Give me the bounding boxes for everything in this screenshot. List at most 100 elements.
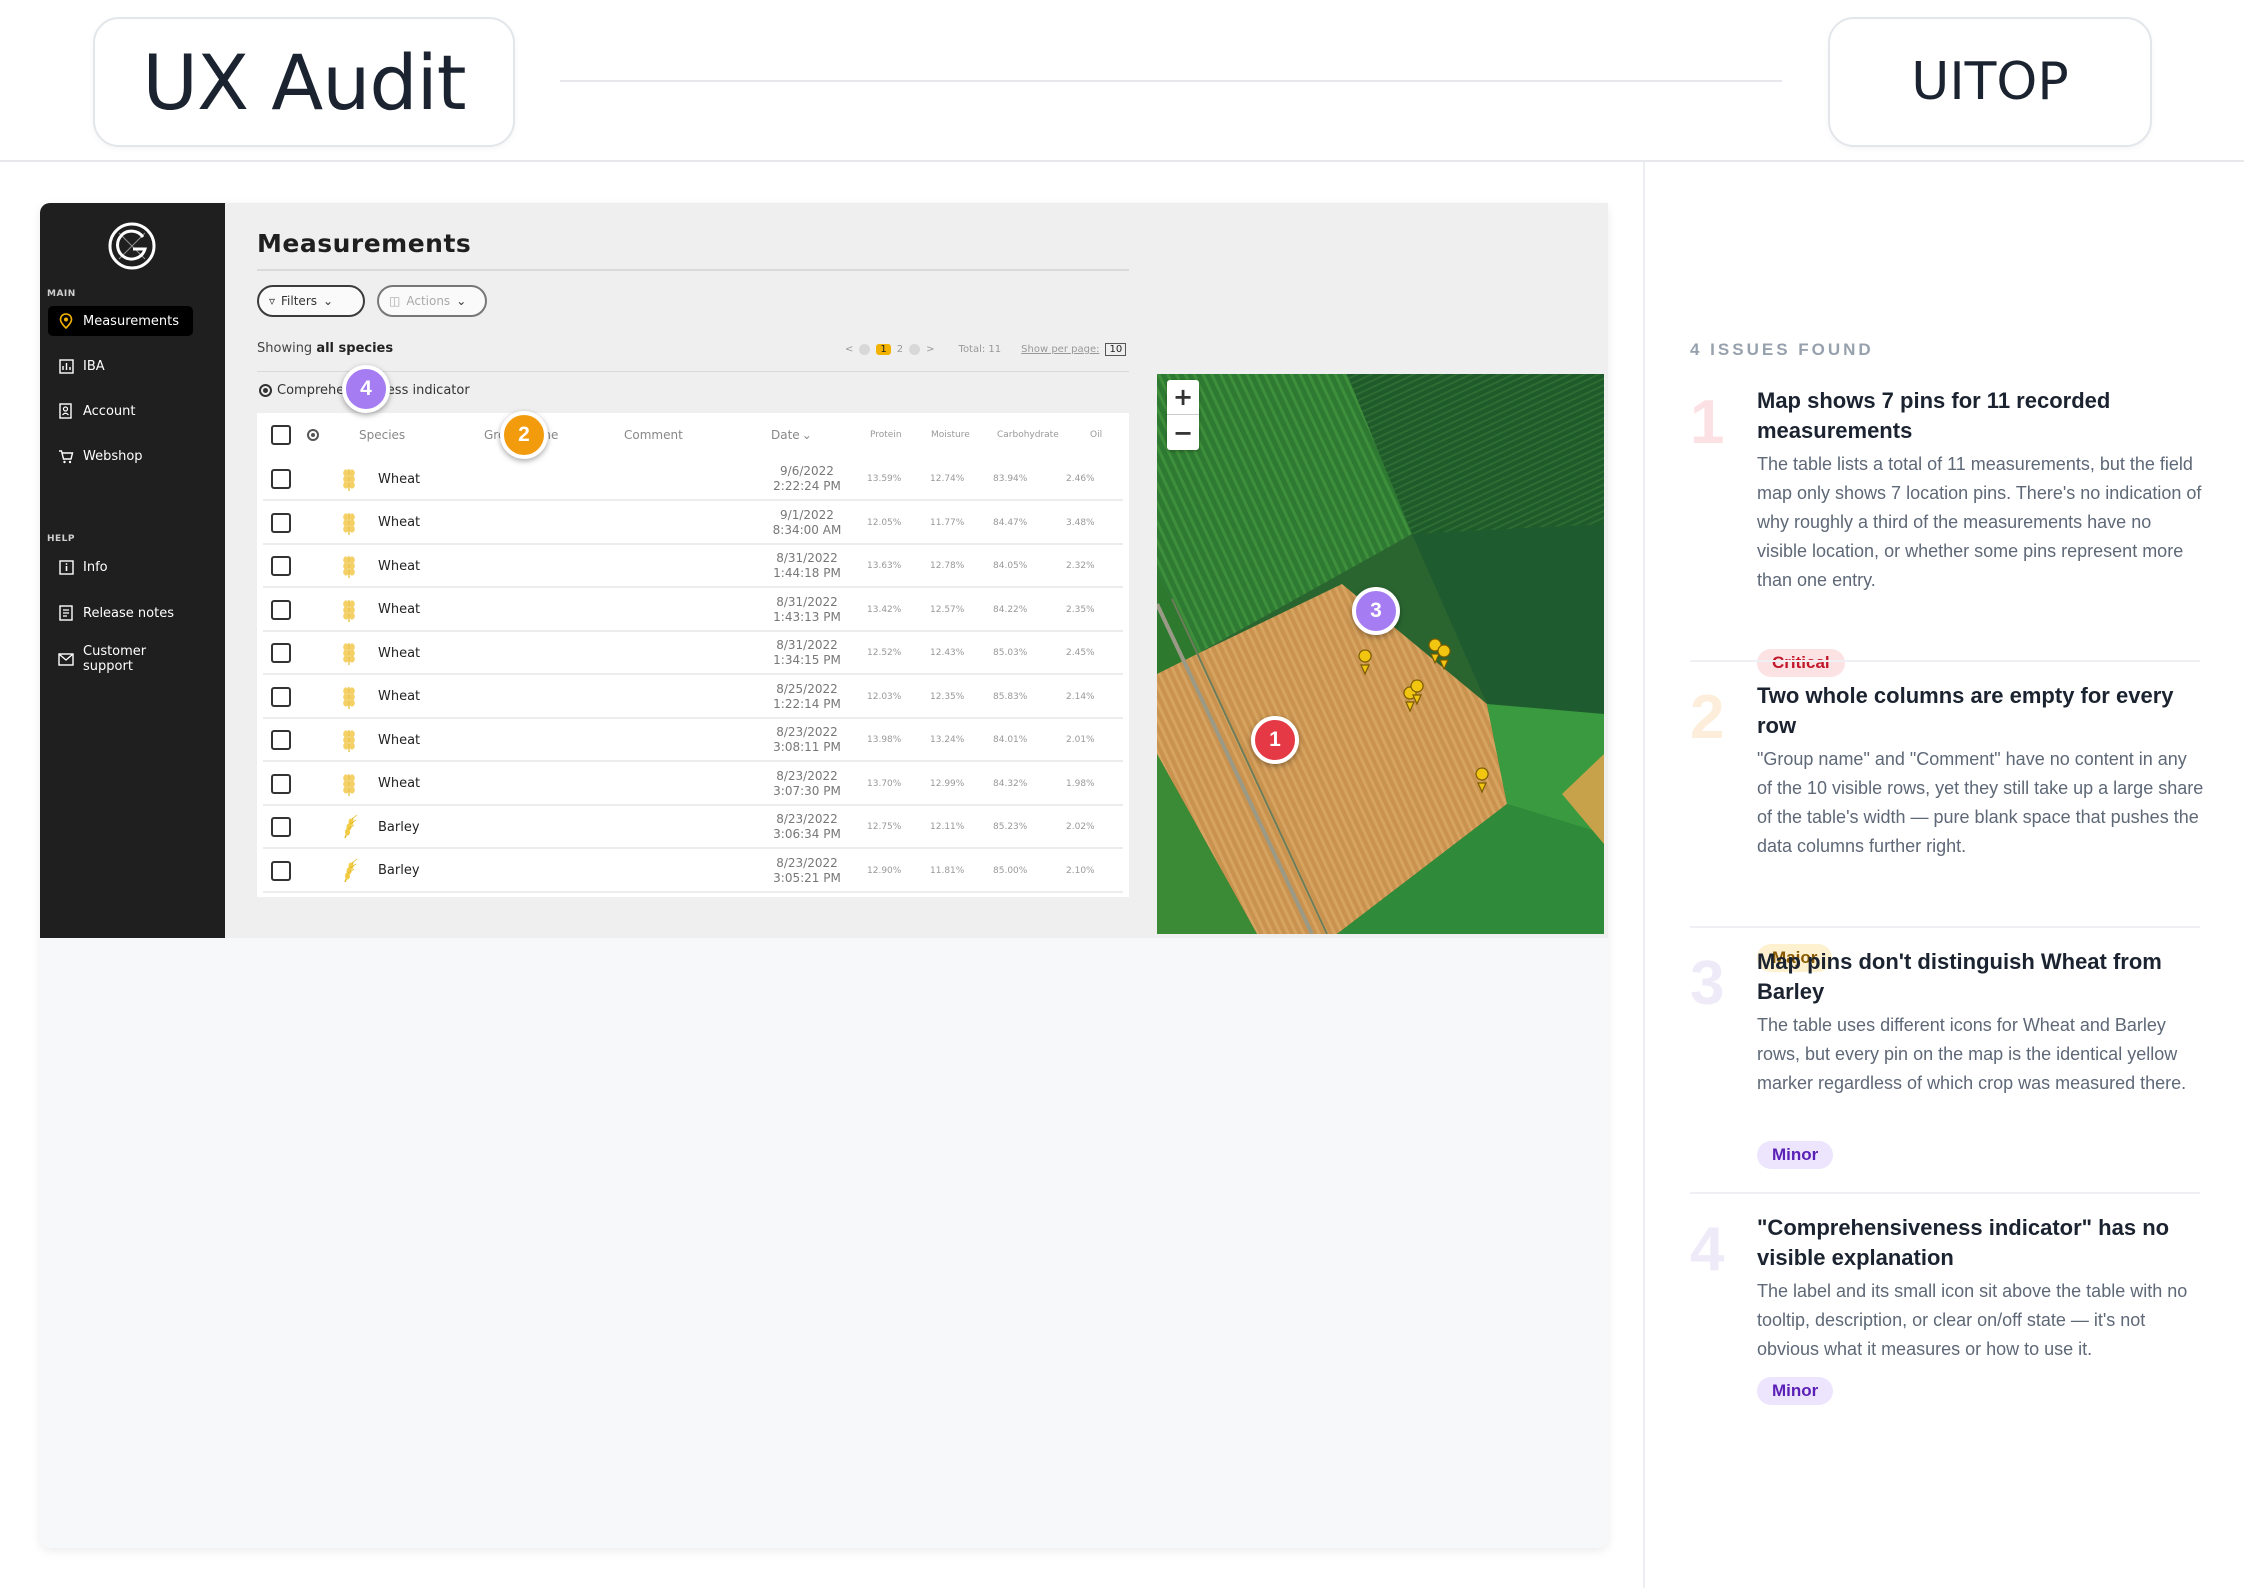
filter-icon: ▿ xyxy=(269,294,276,308)
total-count: Total: 11 xyxy=(958,344,1002,355)
carbohydrate-cell: 84.47% xyxy=(993,517,1028,528)
table-row[interactable]: Wheat 8/23/2022 3:08:11 PM 13.98% 13.24% 84.0… xyxy=(263,720,1123,762)
time-value: 2:22:24 PM xyxy=(773,479,841,493)
sidebar-item-info[interactable]: Info xyxy=(48,552,193,582)
moisture-cell: 12.35% xyxy=(930,691,965,702)
info-icon xyxy=(58,559,74,575)
date-value: 8/31/2022 xyxy=(776,594,838,609)
row-checkbox[interactable] xyxy=(271,643,291,663)
table-row[interactable]: Wheat 8/31/2022 1:43:13 PM 13.42% 12.57% 84.2… xyxy=(263,590,1123,632)
oil-cell: 2.46% xyxy=(1066,474,1095,484)
select-all-checkbox[interactable] xyxy=(271,425,291,445)
row-checkbox[interactable] xyxy=(271,599,291,620)
zoom-out-button[interactable]: − xyxy=(1167,415,1199,450)
page-title: UX Audit xyxy=(142,37,466,127)
sort-down-icon: ⌄ xyxy=(801,428,812,442)
time-value: 1:22:14 PM xyxy=(773,696,841,711)
indicator-header-icon xyxy=(307,429,319,441)
col-date[interactable]: Date ⌄ xyxy=(771,413,812,457)
issue-number: 2 xyxy=(1690,683,1725,752)
table-row[interactable]: Barley 8/23/2022 3:06:34 PM 12.75% 12.11% 85.… xyxy=(263,807,1123,849)
date-cell: 8/31/2022 1:44:18 PM xyxy=(762,551,852,581)
wheat-icon xyxy=(343,556,355,578)
row-checkbox[interactable] xyxy=(271,512,291,533)
next-page-button[interactable]: > xyxy=(926,344,934,355)
col-carbohydrate[interactable]: Carbohydrate xyxy=(997,413,1059,457)
header-divider xyxy=(560,80,1782,82)
sidebar-item-iba[interactable]: IBA xyxy=(48,351,193,381)
species-cell: Barley xyxy=(378,819,420,835)
issue-description: The table lists a total of 11 measuremen… xyxy=(1757,454,2202,590)
row-checkbox[interactable] xyxy=(271,773,291,794)
carbohydrate-cell: 84.05% xyxy=(993,561,1028,571)
first-page-icon[interactable] xyxy=(859,344,871,355)
col-moisture[interactable]: Moisture xyxy=(931,413,970,457)
table-row[interactable]: Wheat 8/25/2022 1:22:14 PM 12.03% 12.35% 85.8… xyxy=(263,677,1123,719)
table-row[interactable]: Barley 8/23/2022 3:05:21 PM 12.90% 11.81% 85.… xyxy=(263,851,1123,893)
measurements-heading: Measurements xyxy=(257,229,472,258)
issue-marker-4[interactable]: 4 xyxy=(342,365,390,413)
date-cell: 8/31/2022 1:34:15 PM xyxy=(762,638,852,668)
chevron-down-icon: ⌄ xyxy=(456,294,467,308)
barley-icon xyxy=(344,858,358,882)
sidebar-item-release-notes[interactable]: Release notes xyxy=(48,598,193,628)
carbohydrate-cell: 84.32% xyxy=(993,778,1028,789)
issue-marker-3[interactable]: 3 xyxy=(1352,587,1400,635)
zoom-in-button[interactable]: + xyxy=(1167,380,1199,415)
moisture-cell: 12.43% xyxy=(930,648,965,658)
cart-icon xyxy=(58,448,74,464)
col-oil[interactable]: Oil xyxy=(1090,413,1102,457)
sidebar-item-account[interactable]: Account xyxy=(48,396,193,426)
col-date-label: Date xyxy=(771,428,800,442)
per-page-select[interactable]: 10 xyxy=(1105,343,1127,356)
row-checkbox[interactable] xyxy=(271,556,291,576)
actions-button[interactable]: ◫ Actions ⌄ xyxy=(377,285,487,317)
table-row[interactable]: Wheat 8/23/2022 3:07:30 PM 13.70% 12.99% 84.3… xyxy=(263,764,1123,806)
indicator-radio-icon[interactable] xyxy=(259,384,272,397)
row-checkbox[interactable] xyxy=(271,469,291,489)
issue-marker-1[interactable]: 1 xyxy=(1251,716,1299,764)
time-value: 8:34:00 AM xyxy=(772,522,842,537)
date-value: 9/1/2022 xyxy=(780,507,834,522)
page-2-link[interactable]: 2 xyxy=(897,344,903,355)
table-row[interactable]: Wheat 9/6/2022 2:22:24 PM 13.59% 12.74% 83.94… xyxy=(263,459,1123,501)
col-comment[interactable]: Comment xyxy=(624,413,683,457)
issue-title: Map pins don't distinguish Wheat from Ba… xyxy=(1757,949,2162,1004)
measurements-table: Species Group name Comment Date⌄ Protein… xyxy=(257,413,1129,897)
row-checkbox[interactable] xyxy=(271,686,291,707)
species-cell: Wheat xyxy=(378,602,421,617)
col-protein[interactable]: Protein xyxy=(870,413,902,457)
wheat-icon xyxy=(343,773,355,796)
sidebar-item-webshop[interactable]: Webshop xyxy=(48,441,193,471)
location-pin-icon xyxy=(58,313,74,329)
table-row[interactable]: Wheat 9/1/2022 8:34:00 AM 12.05% 11.77% 84.47… xyxy=(263,503,1123,545)
moisture-cell: 11.77% xyxy=(930,517,965,528)
carbohydrate-cell: 84.01% xyxy=(993,735,1028,745)
row-checkbox[interactable] xyxy=(271,817,291,837)
prev-page-button[interactable]: < xyxy=(845,344,853,355)
time-value: 1:43:13 PM xyxy=(773,609,841,624)
sidebar-item-measurements[interactable]: Measurements xyxy=(48,306,193,336)
wheat-icon xyxy=(343,730,355,752)
filters-button[interactable]: ▿ Filters ⌄ xyxy=(257,285,365,317)
date-cell: 8/23/2022 3:06:34 PM xyxy=(762,812,852,842)
last-page-icon[interactable] xyxy=(909,344,921,355)
row-checkbox[interactable] xyxy=(271,730,291,750)
wheat-icon xyxy=(343,512,355,535)
field-map[interactable]: + − xyxy=(1157,374,1604,934)
table-row[interactable]: Wheat 8/31/2022 1:34:15 PM 12.52% 12.43% 85.0… xyxy=(263,633,1123,675)
row-checkbox[interactable] xyxy=(271,860,291,881)
moisture-cell: 11.81% xyxy=(930,865,965,876)
table-row[interactable]: Wheat 8/31/2022 1:44:18 PM 13.63% 12.78% 84.0… xyxy=(263,546,1123,588)
issue-marker-2[interactable]: 2 xyxy=(500,411,548,459)
current-page[interactable]: 1 xyxy=(876,344,891,355)
sidebar-item-label: Release notes xyxy=(83,605,174,621)
col-species[interactable]: Species xyxy=(359,413,405,457)
protein-cell: 12.03% xyxy=(867,691,902,702)
carbohydrate-cell: 85.03% xyxy=(993,648,1028,658)
notes-icon xyxy=(58,605,74,621)
date-value: 8/23/2022 xyxy=(776,768,838,783)
sidebar-item-customer-support[interactable]: Customer support xyxy=(48,644,193,674)
sidebar-item-label: Measurements xyxy=(83,313,180,329)
chevron-down-icon: ⌄ xyxy=(323,294,334,308)
